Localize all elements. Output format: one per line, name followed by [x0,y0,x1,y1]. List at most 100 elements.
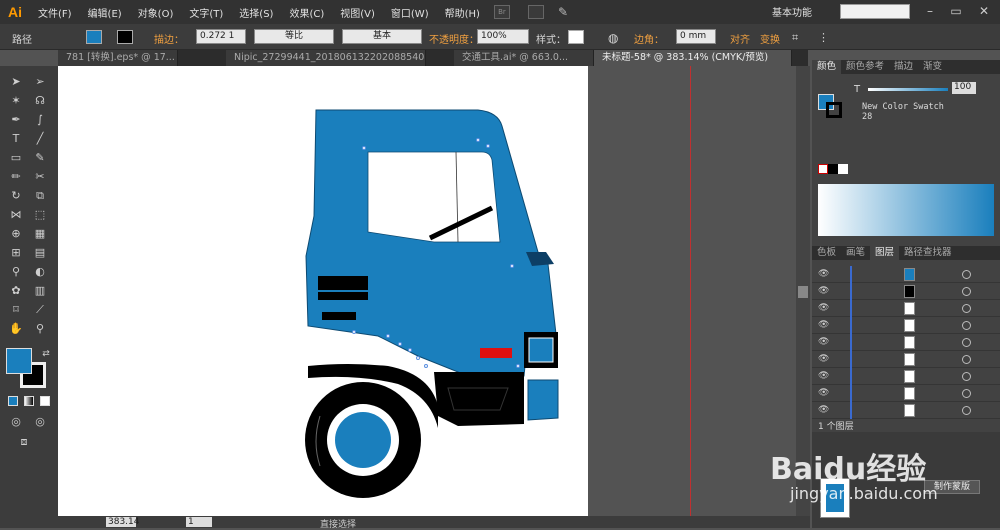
visibility-eye-icon[interactable]: 👁 [818,405,829,415]
target-circle-icon[interactable] [962,406,971,415]
color-spectrum[interactable] [818,184,994,236]
canvas-area[interactable] [58,66,810,516]
target-circle-icon[interactable] [962,270,971,279]
variable-width-profile[interactable]: 等比 [254,29,334,44]
isolate-icon[interactable]: ⌗ [792,31,798,45]
curvature-tool-icon[interactable]: ∫ [32,112,48,128]
pencil-tool-icon[interactable]: ✏ [8,169,24,185]
type-tool-icon[interactable]: T [8,131,24,147]
tab-doc-2[interactable]: Nipic_27299441_20180613220208854088.ai* … [226,50,426,66]
layer-row[interactable]: 👁 [812,283,1000,300]
page-input[interactable]: 1 [186,517,212,527]
visibility-eye-icon[interactable]: 👁 [818,269,829,279]
none-color-swatch[interactable] [818,164,828,174]
selection-tool-icon[interactable]: ➤ [8,74,24,90]
visibility-eye-icon[interactable]: 👁 [818,354,829,364]
gpu-performance-icon[interactable]: ✎ [558,5,568,19]
tab-pathfinder[interactable]: 路径查找器 [899,246,957,260]
tab-color-guide[interactable]: 颜色参考 [841,60,889,74]
rotate-tool-icon[interactable]: ↻ [8,188,24,204]
visibility-eye-icon[interactable]: 👁 [818,303,829,313]
corner-label[interactable]: 边角： [634,31,664,46]
pen-tool-icon[interactable]: ✒ [8,112,24,128]
tab-stroke[interactable]: 描边 [889,60,918,74]
align-link[interactable]: 对齐 [730,31,750,46]
paintbrush-icon[interactable]: ✎ [32,150,48,166]
hand-tool-icon[interactable]: ✋ [8,321,24,337]
lasso-icon[interactable]: ☊ [32,93,48,109]
target-circle-icon[interactable] [962,321,971,330]
visibility-eye-icon[interactable]: 👁 [818,337,829,347]
workspace-switcher[interactable]: 基本功能 [772,4,812,19]
graph-tool-icon[interactable]: ▥ [32,283,48,299]
tab-doc-1[interactable]: 781 [转换].eps* @ 17... [58,50,178,66]
minimize-icon[interactable]: – [920,2,940,20]
tab-brushes[interactable]: 画笔 [841,246,870,260]
scissors-icon[interactable]: ✂ [32,169,48,185]
menu-edit[interactable]: 编辑(E) [88,5,122,20]
opacity-input[interactable]: 100% [477,29,529,44]
stroke-swatch[interactable] [117,30,133,44]
gradient-mode-icon[interactable] [24,396,34,406]
panel-options-icon[interactable]: ⋮ [818,31,829,44]
layer-row[interactable]: 👁 [812,402,1000,419]
artboard-tool-icon[interactable]: ⌑ [8,302,24,318]
stroke-label[interactable]: 描边： [154,31,184,46]
corner-radius-input[interactable]: 0 mm [676,29,716,44]
color-stroke-preview[interactable] [826,102,842,118]
screen-mode-icon[interactable]: ⧈ [16,434,32,450]
tab-swatches[interactable]: 色板 [812,246,841,260]
menu-object[interactable]: 对象(O) [138,5,174,20]
layer-row[interactable]: 👁 [812,317,1000,334]
line-tool-icon[interactable]: ╱ [32,131,48,147]
shape-builder-icon[interactable]: ⊕ [8,226,24,242]
blend-tool-icon[interactable]: ◐ [32,264,48,280]
bridge-icon[interactable]: Br [493,5,510,19]
eyedropper-icon[interactable]: ⚲ [8,264,24,280]
stroke-weight-input[interactable]: 0.272 1 [196,29,246,44]
tint-slider[interactable] [868,88,948,91]
fill-swatch[interactable] [86,30,102,44]
target-circle-icon[interactable] [962,389,971,398]
visibility-eye-icon[interactable]: 👁 [818,371,829,381]
search-input[interactable] [840,4,910,19]
arrange-documents-icon[interactable] [527,5,544,19]
transform-link[interactable]: 变换 [760,31,780,46]
draw-mode-icon[interactable]: ◎ [8,414,24,430]
visibility-eye-icon[interactable]: 👁 [818,320,829,330]
tab-gradient[interactable]: 渐变 [918,60,947,74]
truck-illustration[interactable] [58,66,588,516]
free-transform-icon[interactable]: ⬚ [32,207,48,223]
magic-wand-icon[interactable]: ✶ [8,93,24,109]
swap-colors-icon[interactable]: ⇄ [38,346,54,362]
visibility-eye-icon[interactable]: 👁 [818,286,829,296]
menu-effect[interactable]: 效果(C) [289,5,324,20]
opacity-label[interactable]: 不透明度： [429,31,479,46]
layer-row[interactable]: 👁 [812,385,1000,402]
visibility-eye-icon[interactable]: 👁 [818,388,829,398]
draw-behind-icon[interactable]: ◎ [32,414,48,430]
zoom-input[interactable]: 383.14 [106,517,140,527]
tint-value[interactable]: 100 [952,82,976,94]
rectangle-tool-icon[interactable]: ▭ [8,150,24,166]
target-circle-icon[interactable] [962,372,971,381]
width-tool-icon[interactable]: ⋈ [8,207,24,223]
recolor-icon[interactable]: ◍ [608,31,618,45]
tab-color[interactable]: 颜色 [812,60,842,74]
scale-tool-icon[interactable]: ⧉ [32,188,48,204]
layer-row[interactable]: 👁 [812,266,1000,283]
menu-view[interactable]: 视图(V) [340,5,375,20]
menu-select[interactable]: 选择(S) [239,5,273,20]
tab-layers[interactable]: 图层 [870,246,900,260]
tab-doc-3[interactable]: 交通工具.ai* @ 663.0... [454,50,594,66]
close-icon[interactable]: ✕ [974,2,994,20]
symbol-sprayer-icon[interactable]: ✿ [8,283,24,299]
brush-definition[interactable]: 基本 [342,29,422,44]
layer-row[interactable]: 👁 [812,368,1000,385]
menu-file[interactable]: 文件(F) [38,5,72,20]
scroll-thumb[interactable] [798,286,808,298]
menu-type[interactable]: 文字(T) [189,5,223,20]
artboard[interactable] [58,66,588,516]
slice-tool-icon[interactable]: ⟋ [32,302,48,318]
graphic-style-swatch[interactable] [568,30,584,44]
